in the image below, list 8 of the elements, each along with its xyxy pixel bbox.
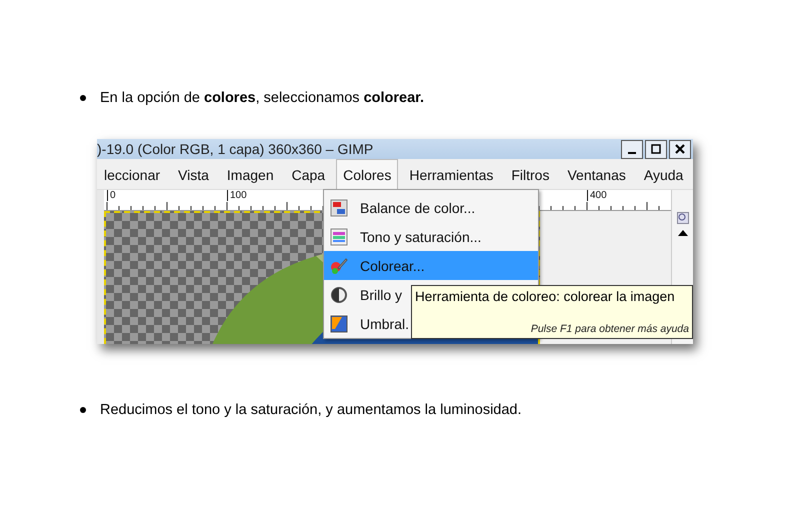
tooltip-hint: Pulse F1 para obtener más ayuda <box>530 323 689 335</box>
bullet-text: Reducimos el tono y la saturación, y aumentamos la luminosidad. <box>100 402 522 418</box>
tooltip-title: Herramienta de coloreo: colorear la imagen <box>415 289 676 304</box>
window-title: )-19.0 (Color RGB, 1 capa) 360x360 – GIMP <box>97 141 374 157</box>
bullet-text: En la opción de colores, seleccionamos colorear. <box>100 90 424 106</box>
ruler-label: 0 <box>107 190 116 201</box>
ruler-label: 100 <box>227 190 247 201</box>
ruler-label: 400 <box>587 190 607 201</box>
